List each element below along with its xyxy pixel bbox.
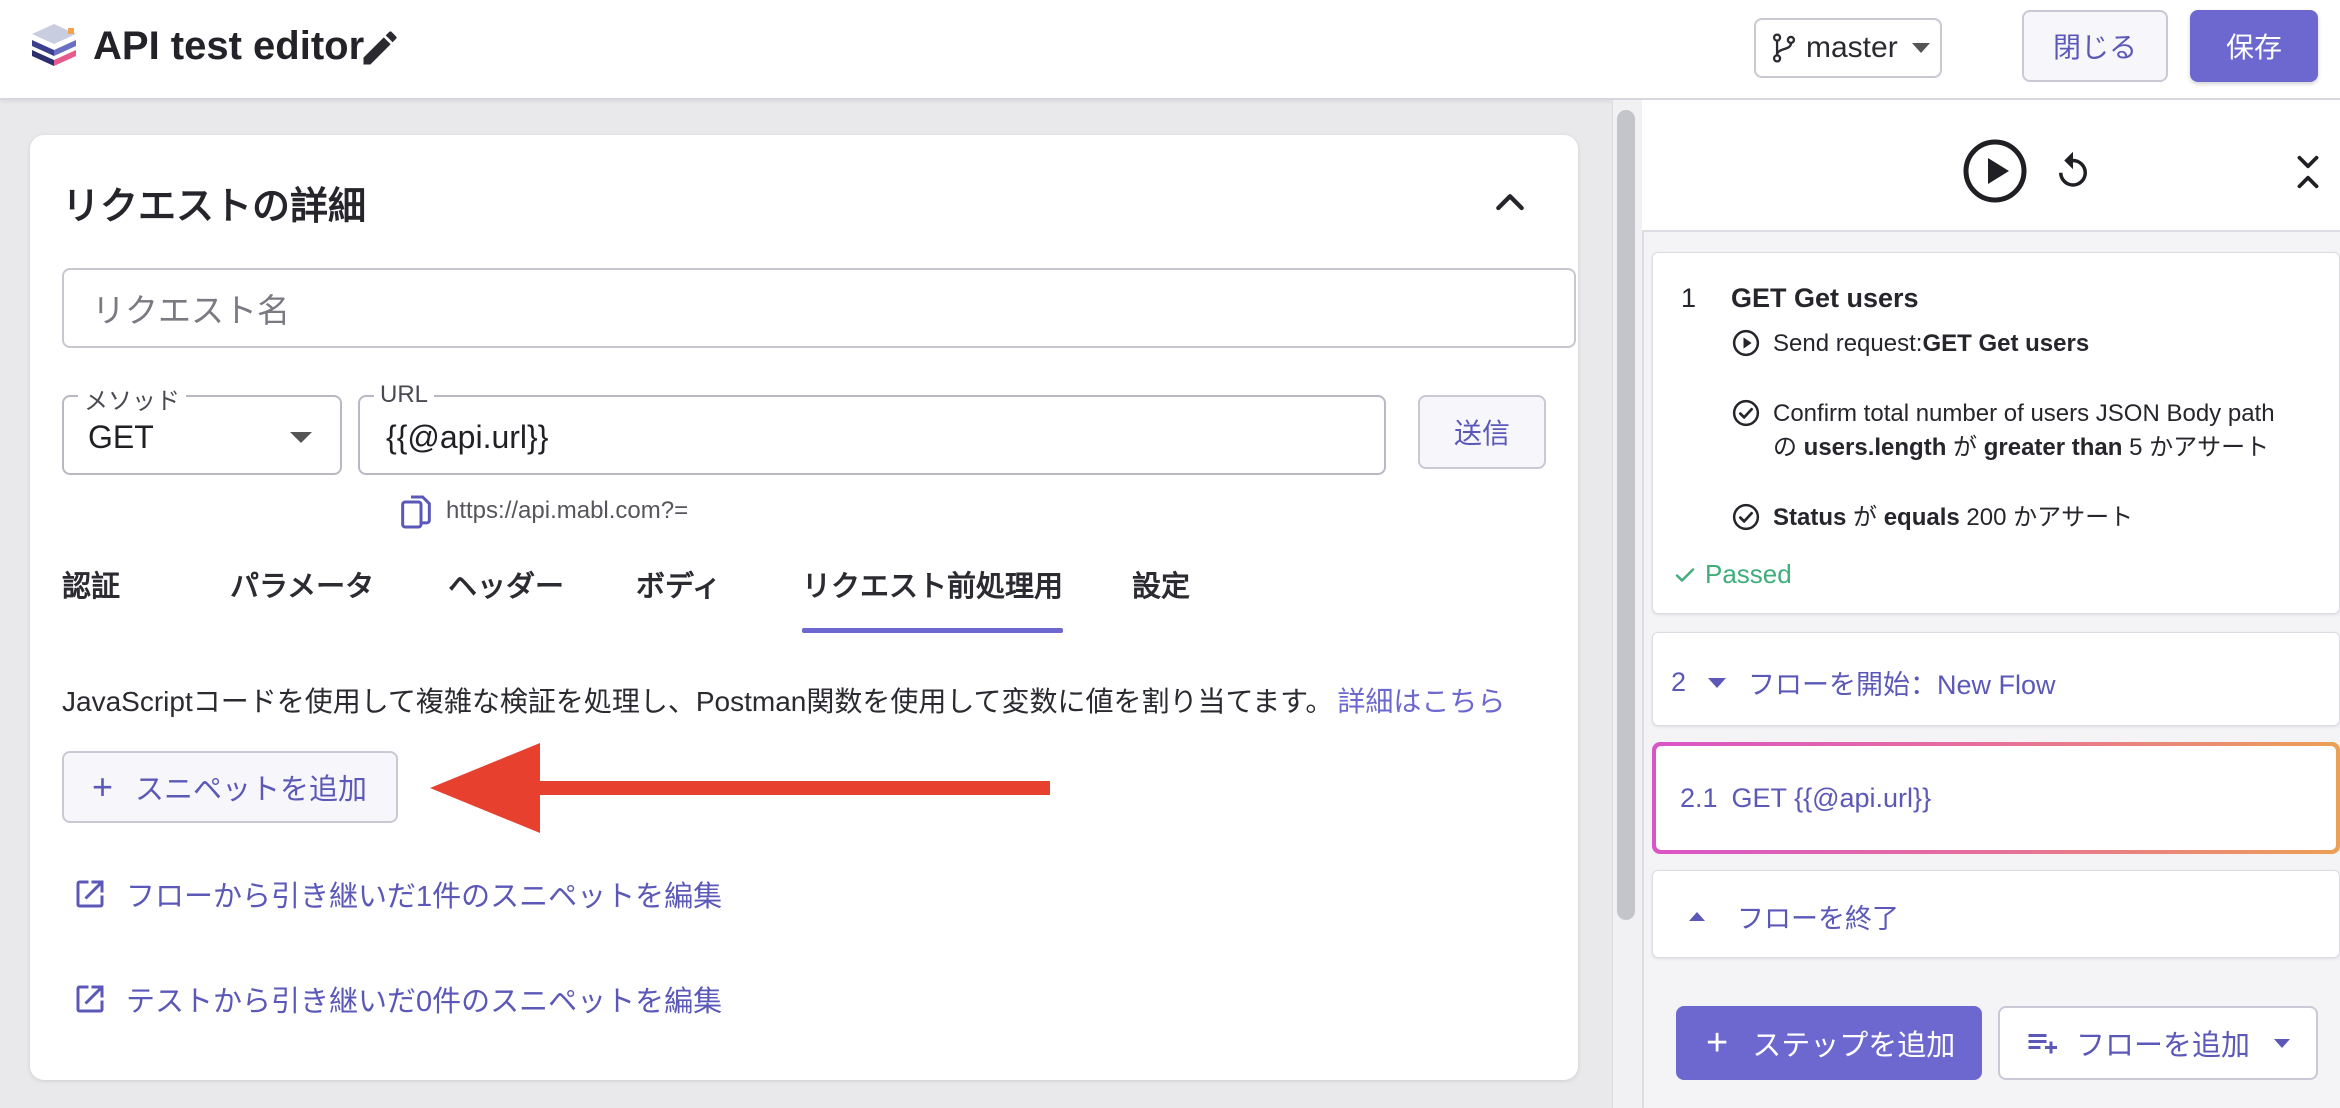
add-flow-button[interactable]: フローを追加 xyxy=(1998,1006,2318,1080)
substep-line1: Confirm total number of users JSON Body … xyxy=(1773,400,2275,427)
play-icon[interactable] xyxy=(1962,138,2028,204)
status-field: Status xyxy=(1773,504,1847,531)
tab-settings[interactable]: 設定 xyxy=(1132,563,1190,633)
check-circle-icon xyxy=(1732,399,1760,427)
collapse-caret-icon[interactable] xyxy=(1689,912,1705,921)
edit-flow-snippets-link[interactable]: フローから引き継いだ1件のスニペットを編集 xyxy=(72,873,722,915)
edit-flow-snippets-label: フローから引き継いだ1件のスニペットを編集 xyxy=(126,881,723,913)
add-snippet-button[interactable]: + スニペットを追加 xyxy=(62,751,398,823)
text-ga: が xyxy=(1953,434,1978,461)
add-step-label: ステップを追加 xyxy=(1752,1030,1956,1062)
tab-pre-request[interactable]: リクエスト前処理用 xyxy=(802,563,1064,633)
tab-parameters[interactable]: パラメータ xyxy=(230,563,374,633)
add-snippet-label: スニペットを追加 xyxy=(135,774,368,806)
substep-line2: の users.length が greater than 5 かアサート xyxy=(1773,431,2275,465)
copy-icon[interactable] xyxy=(396,492,436,532)
request-name-input[interactable]: リクエスト名 xyxy=(62,268,1576,348)
substep-prefix: Send request: xyxy=(1773,330,1923,357)
assert-value: 5 かアサート xyxy=(2129,434,2270,461)
url-input[interactable]: URL {{@api.url}} xyxy=(358,381,1386,475)
add-flow-label: フローを追加 xyxy=(2076,1030,2251,1062)
replay-icon[interactable] xyxy=(2052,150,2094,192)
close-button[interactable]: 閉じる xyxy=(2022,10,2168,82)
pre-request-description: JavaScriptコードを使用して複雑な検証を処理し、Postman関数を使用… xyxy=(62,680,1505,720)
method-label: メソッド xyxy=(78,381,186,416)
annotation-arrow xyxy=(430,743,1050,833)
method-select[interactable]: メソッド GET xyxy=(62,381,342,475)
flow-end-label: フローを終了 xyxy=(1737,904,1899,934)
edit-test-snippets-link[interactable]: テストから引き継いだ0件のスニペットを編集 xyxy=(72,978,722,1020)
open-in-new-icon xyxy=(76,985,104,1013)
chevron-down-icon xyxy=(2274,1038,2291,1048)
playlist-add-icon xyxy=(2028,1034,2057,1054)
text-no: の xyxy=(1773,434,1797,461)
request-details-card: リクエストの詳細 リクエスト名 メソッド GET URL {{@api.url}… xyxy=(30,135,1578,1080)
text-ga: が xyxy=(1853,504,1878,531)
substep-assert-users-length: Confirm total number of users JSON Body … xyxy=(1731,397,2275,465)
url-label: URL xyxy=(374,381,435,409)
assert-value: 200 かアサート xyxy=(1966,504,2134,531)
operator: equals xyxy=(1883,504,1960,531)
step-title: GET {{@api.url}} xyxy=(1731,782,1932,813)
step-number: 2.1 xyxy=(1680,782,1718,813)
substep-send-request: Send request:GET Get users xyxy=(1731,327,2089,361)
request-details-title: リクエストの詳細 xyxy=(62,186,367,228)
dropdown-caret-icon xyxy=(290,432,312,443)
tab-body[interactable]: ボディ xyxy=(636,563,721,633)
flow-start-label: フローを開始：New Flow xyxy=(1748,670,2056,700)
collapse-all-icon[interactable] xyxy=(2290,152,2326,192)
description-text: JavaScriptコードを使用して複雑な検証を処理し、Postman関数を使用… xyxy=(62,686,1334,717)
url-value: {{@api.url}} xyxy=(386,419,549,455)
branch-selector[interactable]: master xyxy=(1754,18,1942,78)
step-number: 1 xyxy=(1681,283,1697,313)
open-in-new-icon xyxy=(76,880,104,908)
mabl-logo-icon xyxy=(32,24,76,66)
json-path: users.length xyxy=(1803,434,1947,461)
step-card-1[interactable]: 1 GET Get users Send request:GET Get use… xyxy=(1652,252,2340,614)
plus-icon: + xyxy=(92,766,114,807)
substep-assert-status: Status が equals 200 かアサート xyxy=(1731,501,2133,535)
operator: greater than xyxy=(1983,434,2123,461)
app-title: API test editor xyxy=(93,24,365,68)
step-card-flow-end[interactable]: フローを終了 xyxy=(1652,870,2340,958)
passed-status: Passed xyxy=(1673,559,1792,590)
branch-name: master xyxy=(1806,31,1898,64)
pencil-edit-icon[interactable] xyxy=(358,26,402,70)
checkmark-icon xyxy=(1675,567,1695,582)
passed-label: Passed xyxy=(1705,559,1792,589)
method-value: GET xyxy=(88,419,154,455)
add-step-button[interactable]: + ステップを追加 xyxy=(1676,1006,1982,1080)
edit-test-snippets-label: テストから引き継いだ0件のスニペットを編集 xyxy=(126,986,723,1018)
chevron-up-icon[interactable] xyxy=(1490,183,1530,223)
tab-auth[interactable]: 認証 xyxy=(62,563,120,633)
step-card-2-1-selected[interactable]: 2.1 GET {{@api.url}} xyxy=(1652,742,2340,854)
save-button[interactable]: 保存 xyxy=(2190,10,2318,82)
app-header: API test editor master 閉じる 保存 xyxy=(0,0,2340,100)
git-branch-icon xyxy=(1772,33,1796,63)
expand-caret-icon[interactable] xyxy=(1708,677,1727,688)
tab-headers[interactable]: ヘッダー xyxy=(448,563,564,633)
step-card-2-flow[interactable]: 2 フローを開始：New Flow xyxy=(1652,632,2340,726)
step-title: GET Get users xyxy=(1731,283,1919,313)
plus-icon: + xyxy=(1706,1022,1729,1064)
step-number: 2 xyxy=(1671,667,1687,697)
check-circle-icon xyxy=(1732,503,1760,531)
substep-bold: GET Get users xyxy=(1922,330,2090,357)
resolved-url: https://api.mabl.com?= xyxy=(446,497,689,524)
send-button[interactable]: 送信 xyxy=(1418,395,1546,469)
chevron-down-icon xyxy=(1911,43,1930,53)
learn-more-link[interactable]: 詳細はこちら xyxy=(1337,686,1505,717)
scrollbar-thumb[interactable] xyxy=(1617,110,1635,920)
play-circle-icon xyxy=(1732,329,1760,357)
